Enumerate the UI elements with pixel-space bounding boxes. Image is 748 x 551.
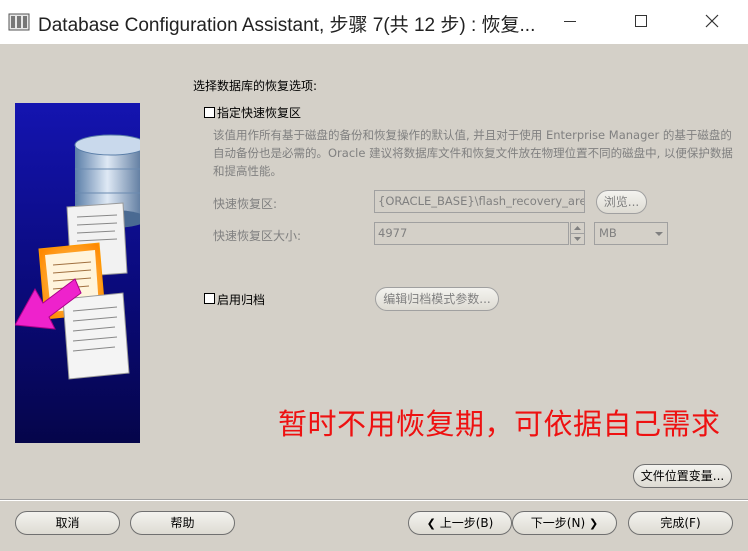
maximize-button[interactable] bbox=[626, 8, 656, 34]
database-documents-icon bbox=[15, 134, 140, 380]
footer-divider bbox=[0, 499, 748, 501]
minimize-icon bbox=[564, 21, 576, 22]
title-bar[interactable]: Database Configuration Assistant, 步骤 7(共… bbox=[0, 0, 748, 44]
maximize-icon bbox=[635, 15, 647, 27]
recovery-options-heading: 选择数据库的恢复选项: bbox=[193, 79, 318, 93]
back-button[interactable]: ❮ 上一步(B) bbox=[408, 511, 512, 535]
next-label: 下一步(N) bbox=[530, 516, 586, 530]
edit-archive-params-button[interactable]: 编辑归档模式参数... bbox=[375, 287, 499, 311]
browse-button[interactable]: 浏览... bbox=[596, 190, 647, 214]
specify-recovery-area-label[interactable]: 指定快速恢复区 bbox=[217, 104, 301, 121]
dbca-window: Database Configuration Assistant, 步骤 7(共… bbox=[0, 0, 748, 551]
back-label: 上一步(B) bbox=[439, 516, 494, 530]
chevron-left-icon: ❮ bbox=[426, 517, 436, 530]
dialog-content: 选择数据库的恢复选项: 指定快速恢复区 该值用作所有基于磁盘的备份和恢复操作的默… bbox=[0, 44, 748, 551]
recovery-area-description: 该值用作所有基于磁盘的备份和恢复操作的默认值, 并且对于使用 Enterpris… bbox=[213, 128, 733, 178]
chevron-right-icon: ❯ bbox=[588, 517, 599, 530]
spinner-arrows-icon bbox=[571, 226, 584, 241]
enable-archive-label[interactable]: 启用归档 bbox=[217, 291, 265, 308]
file-location-variables-button[interactable]: 文件位置变量... bbox=[633, 464, 732, 488]
help-button[interactable]: 帮助 bbox=[130, 511, 235, 535]
database-app-icon bbox=[8, 13, 30, 31]
recovery-illustration bbox=[15, 103, 140, 443]
cancel-button[interactable]: 取消 bbox=[15, 511, 120, 535]
window-title: Database Configuration Assistant, 步骤 7(共… bbox=[38, 15, 536, 36]
close-icon bbox=[705, 14, 719, 28]
close-button[interactable] bbox=[697, 8, 727, 34]
recovery-area-size-input[interactable]: 4977 bbox=[374, 222, 569, 245]
recovery-area-size-label: 快速恢复区大小: bbox=[213, 229, 302, 243]
recovery-area-label: 快速恢复区: bbox=[213, 197, 278, 211]
size-unit-select[interactable]: MB bbox=[594, 222, 668, 245]
minimize-button[interactable] bbox=[555, 8, 585, 34]
enable-archive-checkbox[interactable] bbox=[204, 293, 215, 304]
chevron-down-icon bbox=[655, 232, 663, 236]
recovery-area-input[interactable]: {ORACLE_BASE}\flash_recovery_area bbox=[374, 190, 585, 213]
size-unit-value: MB bbox=[599, 226, 617, 240]
size-spinner[interactable] bbox=[570, 222, 585, 245]
red-annotation-text: 暂时不用恢复期，可依据自己需求 bbox=[278, 407, 721, 441]
specify-recovery-area-checkbox[interactable] bbox=[204, 107, 215, 118]
finish-button[interactable]: 完成(F) bbox=[628, 511, 733, 535]
next-button[interactable]: 下一步(N) ❯ bbox=[512, 511, 617, 535]
